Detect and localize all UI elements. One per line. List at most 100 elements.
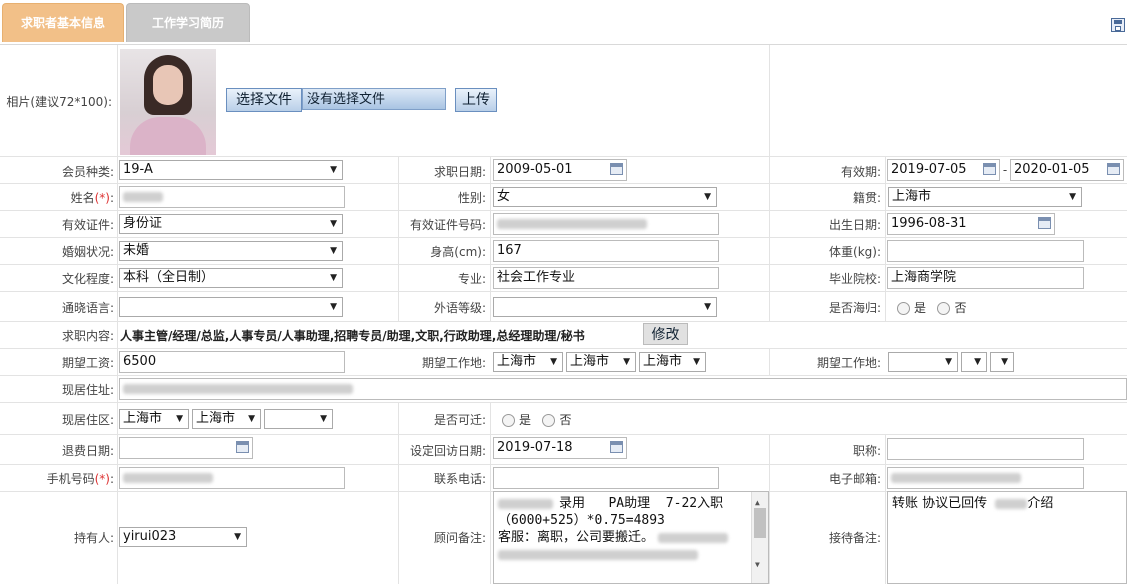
language-select[interactable]: ▼	[119, 297, 343, 317]
consultant-note-scrollbar[interactable]: ▲ ▼	[751, 492, 768, 583]
dropdown-arrow-icon: ▼	[330, 302, 337, 312]
choose-file-button[interactable]: 选择文件	[226, 88, 302, 112]
job-date-input[interactable]: 2009-05-01	[493, 159, 627, 181]
id-type-label: 有效证件:	[61, 218, 114, 232]
returnee-yes-label: 是	[914, 301, 927, 315]
row-refund: 退费日期: 设定回访日期: 2019-07-18 职称:	[0, 434, 1127, 465]
tab-bar: 求职者基本信息 工作学习简历	[0, 0, 1127, 45]
title-input[interactable]	[887, 438, 1084, 460]
weight-input[interactable]	[887, 240, 1084, 262]
work-place2-province-select[interactable]: ▼	[888, 352, 958, 372]
gender-select[interactable]: 女 ▼	[493, 187, 717, 207]
returnee-radio-group: 是 否	[897, 299, 966, 316]
mobile-input[interactable]	[119, 467, 345, 489]
refund-date-label: 退费日期:	[61, 444, 114, 458]
save-icon[interactable]	[1111, 18, 1125, 32]
name-input[interactable]	[119, 186, 345, 208]
member-type-select[interactable]: 19-A ▼	[119, 160, 343, 180]
consultant-note-textarea[interactable]: 录用 PA助理 7-22入职 （6000+525）*0.75=4893 客服：离职，…	[493, 491, 769, 584]
dropdown-arrow-icon: ▼	[330, 219, 337, 229]
title-label: 职称:	[852, 444, 881, 458]
row-education: 文化程度: 本科（全日制） ▼ 专业: 社会工作专业 毕业院校: 上海商学院	[0, 264, 1127, 292]
row-member-type: 会员种类: 19-A ▼ 求职日期: 2009-05-01 有效期: 2019-0…	[0, 156, 1127, 184]
weight-label: 体重(kg):	[829, 245, 881, 259]
birth-date-input[interactable]: 1996-08-31	[887, 213, 1055, 235]
calendar-icon[interactable]	[610, 163, 623, 175]
returnee-yes-radio[interactable]	[897, 302, 910, 315]
calendar-icon[interactable]	[236, 441, 249, 453]
valid-period-separator: -	[1002, 163, 1008, 177]
school-input[interactable]: 上海商学院	[887, 267, 1084, 289]
relocate-yes-radio[interactable]	[502, 414, 515, 427]
dropdown-arrow-icon: ▼	[693, 357, 700, 367]
photo-row: 相片(建议72*100): 选择文件 没有选择文件 上传	[0, 45, 1127, 157]
consultant-note-label: 顾问备注:	[433, 531, 486, 545]
refund-date-input[interactable]	[119, 437, 253, 459]
row-name: 姓名(*): 性别: 女 ▼ 籍贯: 上海市 ▼	[0, 183, 1127, 211]
email-input[interactable]	[887, 467, 1084, 489]
dropdown-arrow-icon: ▼	[1001, 357, 1008, 367]
foreign-level-select[interactable]: ▼	[493, 297, 717, 317]
calendar-icon[interactable]	[610, 441, 623, 453]
work-place-district-select[interactable]: 上海市 ▼	[639, 352, 706, 372]
valid-from-input[interactable]: 2019-07-05	[887, 159, 1000, 181]
salary-input[interactable]: 6500	[119, 351, 345, 373]
id-number-label: 有效证件号码:	[409, 218, 486, 232]
work-place2-city-select[interactable]: ▼	[961, 352, 987, 372]
district-province-select[interactable]: 上海市 ▼	[119, 409, 189, 429]
work-place2-label: 期望工作地:	[816, 356, 881, 370]
reception-note-label: 接待备注:	[828, 531, 881, 545]
dropdown-arrow-icon: ▼	[704, 192, 711, 202]
returnee-no-radio[interactable]	[937, 302, 951, 315]
education-label: 文化程度:	[61, 272, 114, 286]
native-place-select[interactable]: 上海市 ▼	[888, 187, 1082, 207]
major-input[interactable]: 社会工作专业	[493, 267, 719, 289]
work-place-province-select[interactable]: 上海市 ▼	[493, 352, 563, 372]
education-select[interactable]: 本科（全日制） ▼	[119, 268, 343, 288]
dropdown-arrow-icon: ▼	[974, 357, 981, 367]
scroll-down-icon[interactable]: ▼	[755, 556, 760, 573]
work-place-label: 期望工作地:	[421, 356, 486, 370]
name-label: 姓名(*):	[70, 191, 114, 205]
dropdown-arrow-icon: ▼	[248, 414, 255, 424]
row-id: 有效证件: 身份证 ▼ 有效证件号码: 出生日期: 1996-08-31	[0, 210, 1127, 238]
calendar-icon[interactable]	[983, 163, 996, 175]
holder-select[interactable]: yirui023 ▼	[119, 527, 247, 547]
upload-button[interactable]: 上传	[455, 88, 497, 112]
dropdown-arrow-icon: ▼	[550, 357, 557, 367]
gender-label: 性别:	[457, 191, 486, 205]
job-content-label: 求职内容:	[61, 329, 114, 343]
returnee-no-label: 否	[954, 301, 967, 315]
row-marital: 婚姻状况: 未婚 ▼ 身高(cm): 167 体重(kg):	[0, 237, 1127, 265]
callback-date-input[interactable]: 2019-07-18	[493, 437, 627, 459]
reception-note-textarea[interactable]: 转账 协议已回传 介绍	[887, 491, 1127, 584]
dropdown-arrow-icon: ▼	[320, 414, 327, 424]
edit-job-content-button[interactable]: 修改	[643, 323, 688, 345]
work-place2-district-select[interactable]: ▼	[990, 352, 1014, 372]
native-place-label: 籍贯:	[852, 191, 881, 205]
id-type-select[interactable]: 身份证 ▼	[119, 214, 343, 234]
district-city-select[interactable]: 上海市 ▼	[192, 409, 261, 429]
id-number-input[interactable]	[493, 213, 719, 235]
work-place-city-select[interactable]: 上海市 ▼	[566, 352, 636, 372]
height-input[interactable]: 167	[493, 240, 719, 262]
height-label: 身高(cm):	[430, 245, 486, 259]
relocate-label: 是否可迁:	[433, 413, 486, 427]
valid-to-input[interactable]: 2020-01-05	[1010, 159, 1124, 181]
marital-select[interactable]: 未婚 ▼	[119, 241, 343, 261]
row-address: 现居住址:	[0, 375, 1127, 403]
tab-basic-info[interactable]: 求职者基本信息	[2, 3, 124, 42]
address-input[interactable]	[119, 378, 1127, 400]
relocate-radio-group: 是 否	[502, 411, 571, 428]
district-label: 现居住区:	[61, 413, 114, 427]
foreign-level-label: 外语等级:	[433, 301, 486, 315]
tab-work-resume[interactable]: 工作学习简历	[126, 3, 250, 42]
phone-input[interactable]	[493, 467, 719, 489]
dropdown-arrow-icon: ▼	[176, 414, 183, 424]
dropdown-arrow-icon: ▼	[704, 302, 711, 312]
row-contact: 手机号码(*): 联系电话: 电子邮箱:	[0, 464, 1127, 492]
relocate-no-radio[interactable]	[542, 414, 556, 427]
calendar-icon[interactable]	[1038, 217, 1051, 229]
calendar-icon[interactable]	[1107, 163, 1120, 175]
district-area-select[interactable]: ▼	[264, 409, 333, 429]
